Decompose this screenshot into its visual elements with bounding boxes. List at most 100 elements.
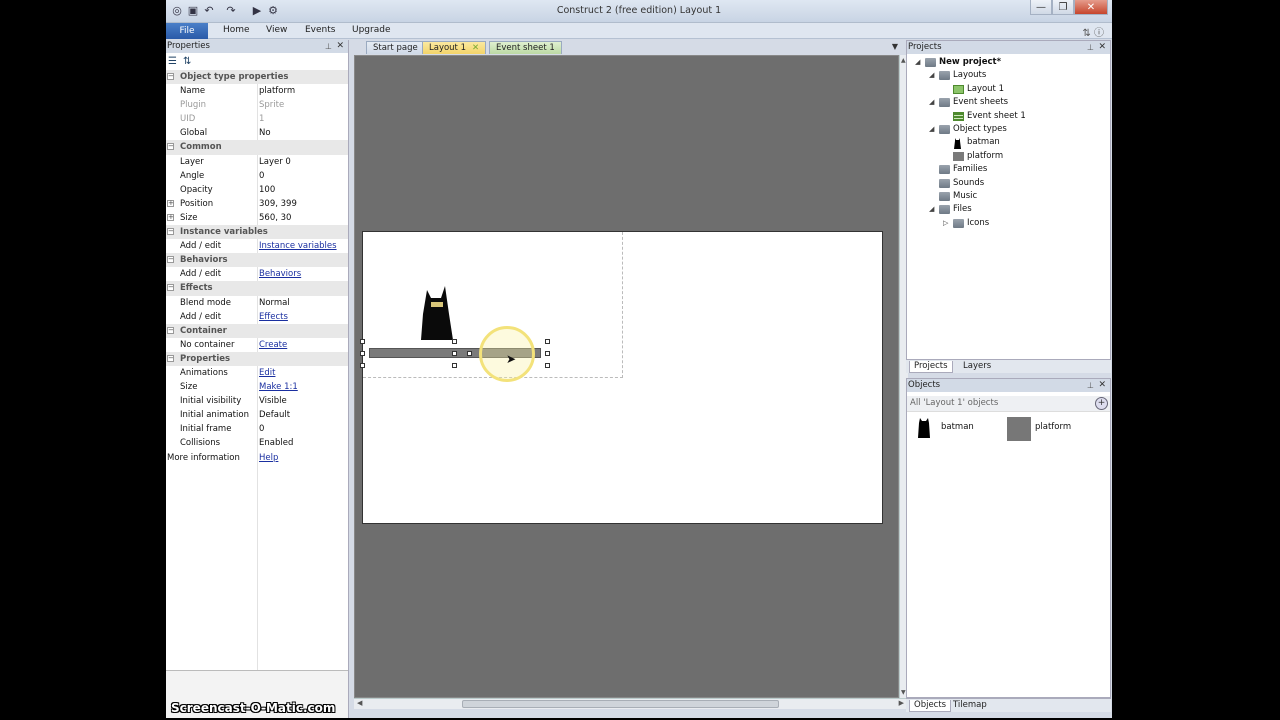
property-row[interactable]: + Size 560, 30 (166, 211, 348, 225)
tree-item[interactable]: ◢ Object types (907, 123, 1110, 136)
scroll-thumb[interactable] (462, 700, 779, 708)
property-value[interactable]: Sprite (259, 100, 284, 110)
property-link[interactable]: Create (259, 340, 287, 350)
horizontal-scrollbar[interactable]: ◀ ▶ (354, 698, 908, 709)
tree-toggle-icon[interactable]: ▷ (943, 217, 948, 230)
property-link[interactable]: Effects (259, 312, 288, 322)
property-value[interactable]: 560, 30 (259, 213, 291, 223)
categorized-icon[interactable]: ☰ (168, 56, 177, 67)
resize-handle[interactable] (545, 339, 550, 344)
menu-view[interactable]: View (266, 25, 287, 35)
property-value[interactable]: Layer 0 (259, 157, 291, 167)
property-row[interactable]: Add / edit Behaviors (166, 267, 348, 281)
tree-item[interactable]: Music (907, 190, 1110, 203)
ribbon-options-icon[interactable]: ⇅ ⓘ (1082, 24, 1104, 39)
property-row[interactable]: Angle 0 (166, 169, 348, 183)
close-icon[interactable]: ✕ (1098, 41, 1106, 54)
minimize-button[interactable]: — (1030, 0, 1052, 15)
menu-upgrade[interactable]: Upgrade (352, 25, 390, 35)
collapse-icon[interactable]: − (167, 354, 174, 362)
property-value[interactable]: Enabled (259, 438, 293, 448)
property-category[interactable]: − Behaviors (166, 253, 348, 268)
property-value[interactable]: Visible (259, 396, 287, 406)
property-value[interactable]: 309, 399 (259, 199, 297, 209)
property-category[interactable]: − Object type properties (166, 70, 348, 85)
close-icon[interactable]: ✕ (336, 40, 344, 53)
pin-icon[interactable]: ⊥ (1087, 379, 1094, 392)
property-value[interactable]: 100 (259, 185, 275, 195)
tab-dropdown-icon[interactable]: ▼ (892, 42, 898, 51)
tree-item[interactable]: Families (907, 163, 1110, 176)
object-platform[interactable]: platform (1007, 417, 1097, 441)
property-row[interactable]: Size Make 1:1 (166, 380, 348, 394)
tree-item[interactable]: Event sheet 1 (907, 110, 1110, 123)
objects-filter[interactable]: All 'Layout 1' objects + (907, 396, 1110, 412)
property-category[interactable]: − Instance variables (166, 225, 348, 240)
property-row[interactable]: Blend mode Normal (166, 296, 348, 310)
collapse-icon[interactable]: − (167, 143, 174, 151)
expand-icon[interactable]: + (167, 199, 174, 207)
collapse-icon[interactable]: − (167, 326, 174, 334)
property-link[interactable]: Help (259, 453, 278, 463)
property-row[interactable]: Initial visibility Visible (166, 394, 348, 408)
property-value[interactable]: platform (259, 86, 295, 96)
property-row[interactable]: Global No (166, 126, 348, 140)
property-value[interactable]: Normal (259, 298, 290, 308)
tab-event-sheet-1[interactable]: Event sheet 1 (489, 41, 562, 54)
resize-handle[interactable] (360, 363, 365, 368)
property-link[interactable]: Behaviors (259, 269, 301, 279)
tab-layers[interactable]: Layers (959, 361, 995, 373)
pin-icon[interactable]: ⊥ (1087, 41, 1094, 54)
property-link[interactable]: Instance variables (259, 241, 337, 251)
maximize-button[interactable]: ❐ (1052, 0, 1074, 15)
property-value[interactable]: Default (259, 410, 290, 420)
property-row[interactable]: Initial frame 0 (166, 422, 348, 436)
resize-handle[interactable] (452, 351, 457, 356)
property-category[interactable]: − Properties (166, 351, 348, 366)
batman-sprite[interactable] (419, 284, 455, 342)
resize-handle[interactable] (452, 363, 457, 368)
add-object-icon[interactable]: + (1095, 397, 1108, 410)
resize-handle[interactable] (452, 339, 457, 344)
tree-item[interactable]: ▷ Icons (907, 217, 1110, 230)
scroll-right-icon[interactable]: ▶ (899, 699, 904, 707)
property-row[interactable]: Collisions Enabled (166, 436, 348, 450)
scroll-up-icon[interactable]: ▲ (901, 57, 906, 64)
tree-item[interactable]: ◢ Event sheets (907, 96, 1110, 109)
property-category[interactable]: − Common (166, 140, 348, 155)
property-row[interactable]: UID 1 (166, 112, 348, 126)
property-row[interactable]: Animations Edit (166, 366, 348, 380)
property-row[interactable]: Add / edit Instance variables (166, 239, 348, 253)
object-batman[interactable]: batman (913, 417, 993, 439)
property-row[interactable]: Name platform (166, 84, 348, 98)
tree-item[interactable]: ◢ Files (907, 203, 1110, 216)
tab-projects[interactable]: Projects (909, 361, 953, 373)
property-row[interactable]: Add / edit Effects (166, 310, 348, 324)
tree-toggle-icon[interactable]: ◢ (929, 123, 934, 136)
property-link[interactable]: Edit (259, 368, 275, 378)
property-category[interactable]: − Effects (166, 281, 348, 296)
tree-toggle-icon[interactable]: ◢ (915, 56, 920, 69)
collapse-icon[interactable]: − (167, 73, 174, 80)
menu-home[interactable]: Home (223, 25, 250, 35)
tree-toggle-icon[interactable]: ◢ (929, 69, 934, 82)
tree-item[interactable]: platform (907, 150, 1110, 163)
property-value[interactable]: No (259, 128, 271, 138)
tree-item[interactable]: Layout 1 (907, 83, 1110, 96)
property-row[interactable]: Initial animation Default (166, 408, 348, 422)
tree-item[interactable]: batman (907, 136, 1110, 150)
expand-icon[interactable]: + (167, 213, 174, 221)
property-row[interactable]: No container Create (166, 338, 348, 352)
close-button[interactable]: ✕ (1074, 0, 1108, 15)
collapse-icon[interactable]: − (167, 256, 174, 264)
tab-start-page[interactable]: Start page (366, 41, 425, 54)
pin-icon[interactable]: ⊥ (325, 40, 332, 53)
tree-item[interactable]: Sounds (907, 177, 1110, 190)
scroll-left-icon[interactable]: ◀ (357, 699, 362, 707)
collapse-icon[interactable]: − (167, 228, 174, 236)
tree-toggle-icon[interactable]: ◢ (929, 203, 934, 216)
property-value[interactable]: 0 (259, 171, 264, 181)
tree-item[interactable]: ◢ New project* (907, 56, 1110, 69)
property-row[interactable]: More information Help (166, 451, 348, 465)
tab-tilemap[interactable]: Tilemap (949, 700, 991, 712)
